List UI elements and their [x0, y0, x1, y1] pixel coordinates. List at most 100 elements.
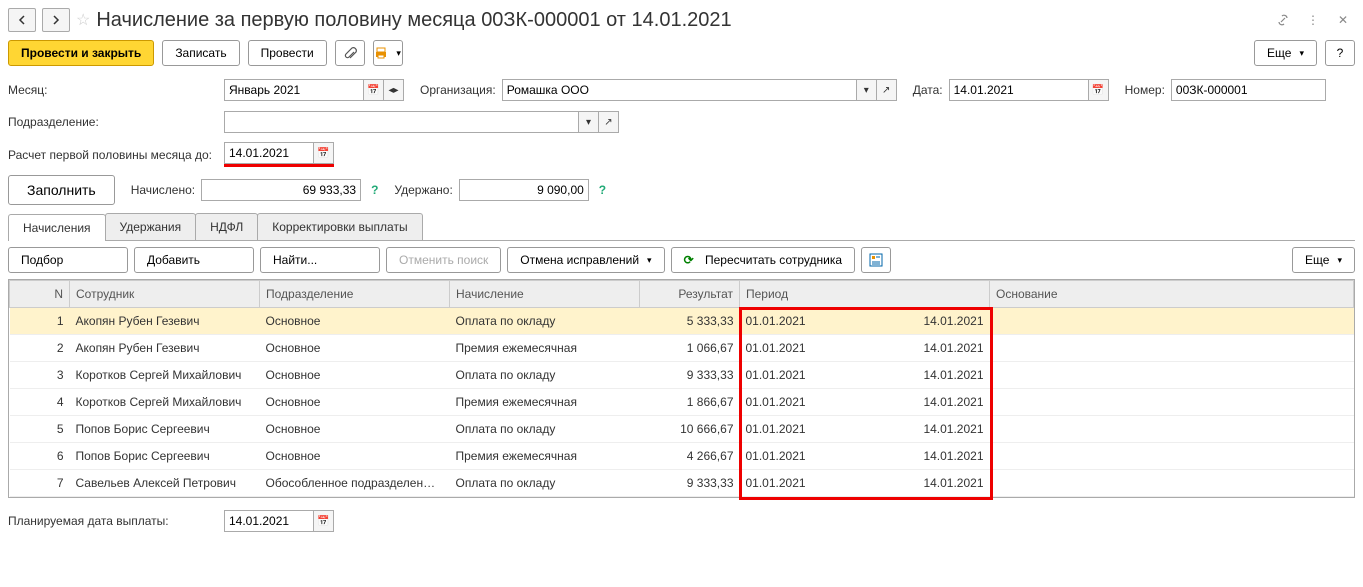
kebab-menu-icon[interactable]: ⋮ [1301, 8, 1325, 32]
tab-deductions[interactable]: Удержания [105, 213, 197, 240]
org-open-icon[interactable]: ↗ [877, 79, 897, 101]
table-row[interactable]: 1Акопян Рубен ГезевичОсновноеОплата по о… [10, 308, 1354, 335]
cell-period: 01.01.202114.01.2021 [740, 470, 990, 497]
add-button[interactable]: Добавить [134, 247, 254, 273]
dept-dropdown-icon[interactable]: ▾ [579, 111, 599, 133]
table-row[interactable]: 2Акопян Рубен ГезевичОсновноеПремия ежем… [10, 335, 1354, 362]
post-button[interactable]: Провести [248, 40, 327, 66]
col-period[interactable]: Период [740, 281, 990, 308]
cell-basis [990, 308, 1354, 335]
org-dropdown-icon[interactable]: ▾ [857, 79, 877, 101]
date-input[interactable] [949, 79, 1089, 101]
planned-date-input[interactable] [224, 510, 314, 532]
post-and-close-button[interactable]: Провести и закрыть [8, 40, 154, 66]
cancel-corrections-button[interactable]: Отмена исправлений▾ [507, 247, 664, 273]
cell-accrual: Оплата по окладу [450, 470, 640, 497]
select-button[interactable]: Подбор [8, 247, 128, 273]
accrued-label: Начислено: [131, 183, 195, 197]
accrued-help-icon[interactable]: ? [371, 183, 378, 197]
planned-date-label: Планируемая дата выплаты: [8, 514, 218, 528]
col-department[interactable]: Подразделение [260, 281, 450, 308]
attachment-button[interactable] [335, 40, 365, 66]
cell-employee: Савельев Алексей Петрович [70, 470, 260, 497]
date-label: Дата: [913, 83, 943, 97]
table-row[interactable]: 6Попов Борис СергеевичОсновноеПремия еже… [10, 443, 1354, 470]
calendar-icon[interactable]: 📅 [364, 79, 384, 101]
dept-label: Подразделение: [8, 115, 218, 129]
month-label: Месяц: [8, 83, 218, 97]
cell-department: Основное [260, 362, 450, 389]
col-employee[interactable]: Сотрудник [70, 281, 260, 308]
cell-basis [990, 362, 1354, 389]
cell-accrual: Оплата по окладу [450, 362, 640, 389]
recalc-employee-button[interactable]: ⟳ Пересчитать сотрудника [671, 247, 855, 273]
col-n[interactable]: N [10, 281, 70, 308]
col-basis[interactable]: Основание [990, 281, 1354, 308]
link-icon[interactable] [1271, 8, 1295, 32]
cell-result: 1 066,67 [640, 335, 740, 362]
cell-accrual: Оплата по окладу [450, 416, 640, 443]
withheld-input[interactable] [459, 179, 589, 201]
cell-n: 4 [10, 389, 70, 416]
accrued-input[interactable] [201, 179, 361, 201]
table-more-button[interactable]: Еще▾ [1292, 247, 1355, 273]
accruals-table: N Сотрудник Подразделение Начисление Рез… [8, 279, 1355, 498]
cell-accrual: Премия ежемесячная [450, 443, 640, 470]
cell-department: Основное [260, 443, 450, 470]
date-calendar-icon[interactable]: 📅 [1089, 79, 1109, 101]
card-view-button[interactable] [861, 247, 891, 273]
cell-period: 01.01.202114.01.2021 [740, 443, 990, 470]
number-input[interactable] [1171, 79, 1326, 101]
tab-corrections[interactable]: Корректировки выплаты [257, 213, 422, 240]
withheld-help-icon[interactable]: ? [599, 183, 606, 197]
cell-basis [990, 470, 1354, 497]
cell-period: 01.01.202114.01.2021 [740, 308, 990, 335]
table-row[interactable]: 7Савельев Алексей ПетровичОбособленное п… [10, 470, 1354, 497]
calc-until-input[interactable] [224, 142, 314, 164]
save-button[interactable]: Записать [162, 40, 239, 66]
page-title: Начисление за первую половину месяца 00З… [96, 9, 1265, 32]
cell-n: 7 [10, 470, 70, 497]
month-input[interactable] [224, 79, 364, 101]
col-accrual[interactable]: Начисление [450, 281, 640, 308]
cell-department: Обособленное подразделен… [260, 470, 450, 497]
cell-n: 5 [10, 416, 70, 443]
cell-employee: Акопян Рубен Гезевич [70, 308, 260, 335]
cell-period: 01.01.202114.01.2021 [740, 416, 990, 443]
table-row[interactable]: 4Коротков Сергей МихайловичОсновноеПреми… [10, 389, 1354, 416]
number-label: Номер: [1125, 83, 1165, 97]
org-input[interactable] [502, 79, 857, 101]
cancel-search-button[interactable]: Отменить поиск [386, 247, 501, 273]
dept-input[interactable] [224, 111, 579, 133]
close-icon[interactable]: ✕ [1331, 8, 1355, 32]
nav-back-button[interactable] [8, 8, 36, 32]
tab-bar: Начисления Удержания НДФЛ Корректировки … [8, 213, 1355, 241]
cell-employee: Коротков Сергей Михайлович [70, 362, 260, 389]
org-label: Организация: [420, 83, 496, 97]
table-row[interactable]: 5Попов Борис СергеевичОсновноеОплата по … [10, 416, 1354, 443]
cell-n: 2 [10, 335, 70, 362]
cell-n: 1 [10, 308, 70, 335]
planned-date-calendar-icon[interactable]: 📅 [314, 510, 334, 532]
print-button[interactable]: ▾ [373, 40, 403, 66]
cell-period: 01.01.202114.01.2021 [740, 362, 990, 389]
tab-accruals[interactable]: Начисления [8, 214, 106, 241]
nav-forward-button[interactable] [42, 8, 70, 32]
favorite-star-icon[interactable]: ☆ [76, 10, 90, 30]
find-button[interactable]: Найти... [260, 247, 380, 273]
col-result[interactable]: Результат [640, 281, 740, 308]
cell-period: 01.01.202114.01.2021 [740, 335, 990, 362]
month-stepper[interactable]: ◂▸ [384, 79, 404, 101]
dept-open-icon[interactable]: ↗ [599, 111, 619, 133]
tab-ndfl[interactable]: НДФЛ [195, 213, 258, 240]
cell-department: Основное [260, 335, 450, 362]
fill-button[interactable]: Заполнить [8, 175, 115, 205]
calc-until-calendar-icon[interactable]: 📅 [314, 142, 334, 164]
cell-employee: Попов Борис Сергеевич [70, 416, 260, 443]
cell-accrual: Премия ежемесячная [450, 335, 640, 362]
table-row[interactable]: 3Коротков Сергей МихайловичОсновноеОплат… [10, 362, 1354, 389]
cell-n: 6 [10, 443, 70, 470]
help-button[interactable]: ? [1325, 40, 1355, 66]
withheld-label: Удержано: [394, 183, 452, 197]
more-button[interactable]: Еще▾ [1254, 40, 1317, 66]
